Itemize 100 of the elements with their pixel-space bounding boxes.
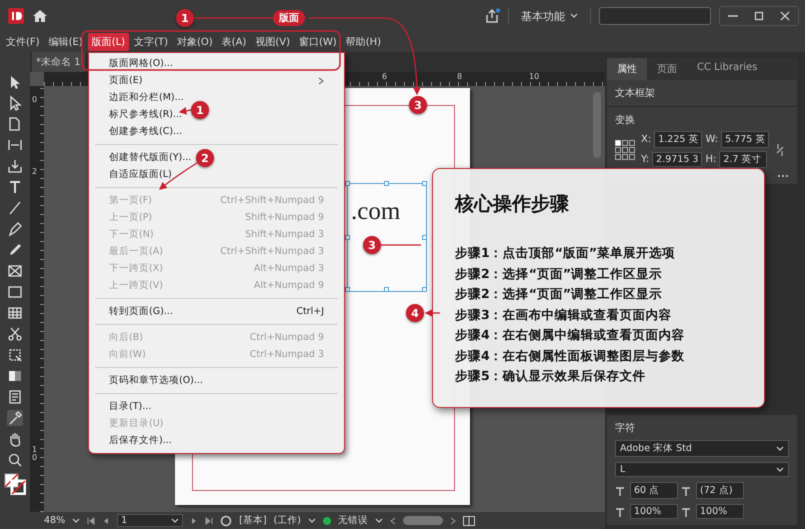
frame-handle[interactable] — [422, 287, 427, 292]
first-page-icon[interactable] — [87, 516, 96, 524]
coordinate-field[interactable]: 5.775 英 — [721, 131, 770, 148]
pencil-icon[interactable] — [7, 242, 23, 258]
step-text: 步骤2：选择“页面”调整工作区显示 — [455, 285, 664, 303]
font-family-dropdown[interactable]: Adobe 宋体 Std — [615, 440, 789, 457]
reference-point-icon[interactable] — [615, 140, 635, 160]
menu-item[interactable]: 页码和章节选项(O)... — [89, 372, 205, 389]
menu-item[interactable]: 目录(T)... — [89, 398, 154, 415]
master-label: [基本] — [239, 514, 267, 527]
coordinate-field[interactable]: 2.9715 3 — [652, 152, 702, 167]
table-icon[interactable] — [7, 305, 23, 321]
character-field[interactable]: 100% — [696, 504, 744, 519]
rectangle-tool-icon[interactable] — [7, 284, 23, 300]
frame-handle[interactable] — [384, 287, 389, 292]
note-icon[interactable] — [7, 389, 23, 405]
ruler-label: 8 — [457, 72, 462, 81]
menu-item[interactable]: 页面(E) — [89, 72, 344, 89]
menu-item[interactable]: 表(A) — [218, 33, 250, 51]
link-icon[interactable] — [775, 142, 786, 156]
field-label: Y: — [641, 154, 650, 165]
page-number-field[interactable]: 1 — [117, 514, 184, 527]
split-view-icon[interactable] — [462, 516, 475, 526]
shortcut-label: Ctrl+Shift+Numpad 3 — [220, 246, 324, 257]
menu-item[interactable]: 转到页面(G)... Ctrl+J — [89, 303, 344, 320]
font-size-icon — [615, 484, 627, 496]
frame-handle[interactable] — [422, 181, 427, 186]
menu-item[interactable]: 文字(T) — [130, 33, 172, 51]
chevron-down-icon[interactable] — [374, 518, 383, 524]
line-tool-icon[interactable] — [7, 200, 23, 216]
content-collector-icon[interactable] — [7, 158, 23, 174]
menu-item[interactable]: 后保存文件)... — [89, 432, 174, 449]
menu-item[interactable]: 标尺参考线(R)... — [89, 106, 184, 123]
free-transform-icon[interactable] — [7, 347, 23, 363]
field-label: X: — [641, 134, 652, 145]
frame-tool-icon[interactable] — [7, 263, 23, 279]
mode-label: (工作) — [274, 514, 301, 527]
preflight-status: 无错误 — [338, 514, 368, 527]
type-tool-icon[interactable] — [7, 179, 23, 195]
gradient-icon[interactable] — [7, 368, 23, 384]
character-field[interactable]: (72 点) — [696, 482, 744, 499]
shortcut-label: Alt+Numpad 9 — [254, 280, 324, 291]
menu-item[interactable]: 编辑(E) — [44, 33, 87, 51]
menu-item[interactable]: 帮助(H) — [342, 33, 386, 51]
previous-page-icon[interactable] — [102, 516, 110, 524]
frame-handle[interactable] — [384, 181, 389, 186]
panel-tab[interactable]: 属性 — [607, 58, 647, 80]
field-label: H: — [705, 154, 716, 165]
more-options-icon[interactable] — [777, 174, 789, 178]
chevron-down-icon — [776, 466, 784, 472]
menu-item[interactable]: 自适应版面(L) — [89, 166, 174, 183]
pen-tool-icon[interactable] — [7, 221, 23, 237]
ruler-label: 10 — [529, 72, 540, 81]
document-tab[interactable]: *未命名 1 — [32, 52, 85, 72]
coordinate-field[interactable]: 1.225 英 — [654, 131, 702, 148]
chevron-down-icon[interactable] — [308, 518, 316, 524]
menu-item[interactable]: 对象(O) — [172, 33, 217, 51]
chevron-down-icon[interactable] — [72, 518, 80, 524]
zoom-level[interactable]: 48% — [44, 515, 66, 526]
menu-item[interactable]: 创建参考线(C)... — [89, 123, 184, 140]
menu-item[interactable]: 版面网格(O)... — [89, 55, 175, 72]
annotation-tag: 版面 — [273, 10, 305, 26]
menu-item[interactable]: 创建替代版面(Y)... — [89, 149, 194, 166]
scroll-left-icon[interactable] — [390, 516, 396, 524]
close-icon — [780, 11, 790, 21]
frame-handle[interactable] — [345, 235, 350, 240]
eyedropper-icon[interactable] — [7, 410, 23, 426]
last-page-icon[interactable] — [205, 516, 214, 524]
chevron-down-icon — [776, 446, 784, 452]
field-label: W: — [705, 134, 718, 145]
scroll-right-icon[interactable] — [450, 516, 456, 524]
leader-line — [381, 244, 421, 246]
menu-item[interactable]: 版面(L) — [88, 33, 130, 51]
menu-item[interactable]: 边距和分栏(M)... — [89, 89, 186, 106]
vertical-scale-icon — [615, 506, 627, 518]
character-field[interactable]: 60 点 — [630, 482, 678, 499]
step-text: 步骤4：在右侧属性面板调整图层与参数 — [455, 346, 686, 364]
search-field[interactable] — [599, 7, 711, 25]
menu-item[interactable]: 视图(V) — [251, 33, 294, 51]
preflight-icon[interactable] — [220, 514, 232, 526]
horizontal-scrollbar[interactable] — [402, 516, 443, 525]
frame-handle[interactable] — [345, 181, 350, 186]
font-style-dropdown[interactable]: L — [615, 462, 789, 477]
share-icon[interactable] — [484, 8, 500, 24]
menu-item[interactable]: 窗口(W) — [294, 33, 341, 51]
gap-tool-icon[interactable] — [7, 137, 23, 153]
menu-item[interactable]: 文件(F) — [2, 33, 44, 51]
character-field[interactable]: 100% — [630, 504, 678, 519]
workspace-dropdown[interactable]: 基本功能 — [517, 6, 582, 26]
coordinate-field[interactable]: 2.7 英寸 — [719, 151, 768, 168]
frame-text: .com — [351, 198, 400, 226]
frame-handle[interactable] — [422, 235, 427, 240]
fill-stroke-swatch-icon[interactable] — [4, 473, 26, 495]
frame-handle[interactable] — [345, 287, 350, 292]
next-page-icon[interactable] — [190, 516, 198, 524]
home-icon[interactable] — [32, 8, 48, 24]
zoom-icon[interactable] — [7, 452, 23, 468]
panel-tab[interactable]: 页面 — [647, 58, 687, 80]
panel-tab[interactable]: CC Libraries — [687, 58, 768, 80]
scissors-icon[interactable] — [7, 326, 23, 342]
